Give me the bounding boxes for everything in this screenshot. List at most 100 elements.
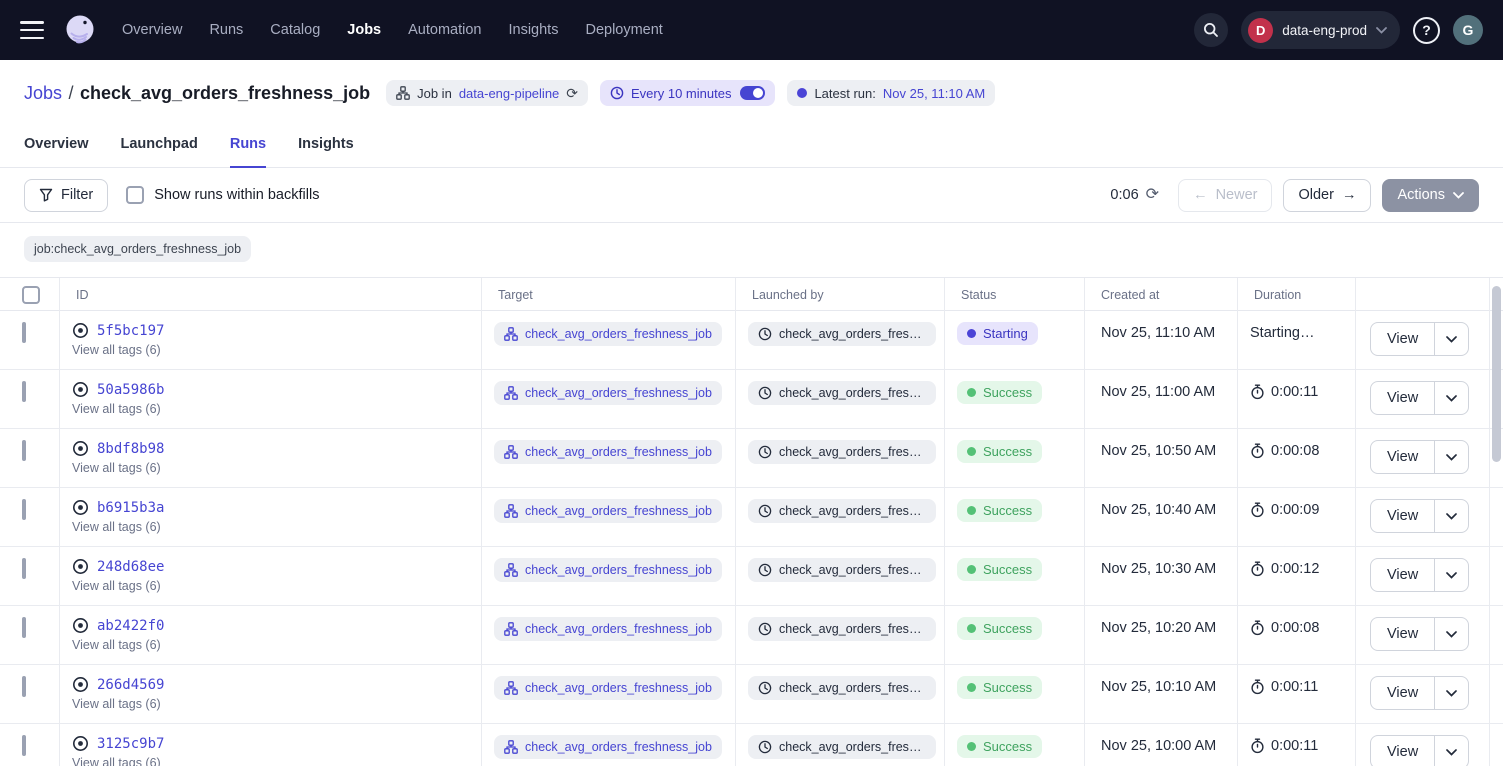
nav-item-runs[interactable]: Runs [209, 22, 243, 38]
backfills-checkbox[interactable] [126, 186, 144, 204]
job-graph-icon [504, 681, 518, 695]
scrollbar-thumb[interactable] [1492, 286, 1501, 462]
run-id-link[interactable]: b6915b3a [97, 500, 164, 516]
help-button[interactable]: ? [1413, 17, 1440, 44]
target-pill[interactable]: check_avg_orders_freshness_job [494, 499, 722, 523]
launched-by-pill[interactable]: check_avg_orders_freshn… [748, 499, 936, 523]
view-all-tags-link[interactable]: View all tags (6) [72, 638, 161, 652]
view-button-group: View [1370, 499, 1469, 533]
sync-icon[interactable]: ⟳ [566, 86, 578, 100]
pipeline-link[interactable]: data-eng-pipeline [459, 86, 559, 101]
view-button[interactable]: View [1371, 323, 1435, 355]
view-dropdown-button[interactable] [1435, 441, 1468, 473]
target-pill[interactable]: check_avg_orders_freshness_job [494, 676, 722, 700]
launched-by-pill[interactable]: check_avg_orders_freshn… [748, 381, 936, 405]
run-id-link[interactable]: 3125c9b7 [97, 736, 164, 752]
row-checkbox[interactable] [22, 676, 26, 697]
view-dropdown-button[interactable] [1435, 736, 1468, 766]
launched-by-pill[interactable]: check_avg_orders_freshn… [748, 617, 936, 641]
view-dropdown-button[interactable] [1435, 382, 1468, 414]
actions-button[interactable]: Actions [1382, 179, 1479, 212]
view-all-tags-link[interactable]: View all tags (6) [72, 579, 161, 593]
view-dropdown-button[interactable] [1435, 500, 1468, 532]
view-all-tags-link[interactable]: View all tags (6) [72, 402, 161, 416]
user-avatar[interactable]: G [1453, 15, 1483, 45]
breadcrumb-jobs-link[interactable]: Jobs [24, 83, 62, 103]
view-dropdown-button[interactable] [1435, 323, 1468, 355]
row-checkbox[interactable] [22, 381, 26, 402]
row-checkbox[interactable] [22, 617, 26, 638]
nav-item-jobs[interactable]: Jobs [347, 22, 381, 38]
nav-item-insights[interactable]: Insights [508, 22, 558, 38]
view-dropdown-button[interactable] [1435, 677, 1468, 709]
view-dropdown-button[interactable] [1435, 618, 1468, 650]
workspace-switcher[interactable]: D data-eng-prod [1241, 11, 1400, 49]
launched-by-pill[interactable]: check_avg_orders_freshn… [748, 322, 936, 346]
view-all-tags-link[interactable]: View all tags (6) [72, 756, 161, 766]
target-pill[interactable]: check_avg_orders_freshness_job [494, 440, 722, 464]
view-button[interactable]: View [1371, 382, 1435, 414]
view-button[interactable]: View [1371, 677, 1435, 709]
nav-item-catalog[interactable]: Catalog [270, 22, 320, 38]
view-button[interactable]: View [1371, 441, 1435, 473]
schedule-clock-icon [758, 740, 772, 754]
target-pill[interactable]: check_avg_orders_freshness_job [494, 322, 722, 346]
launched-by-pill[interactable]: check_avg_orders_freshn… [748, 676, 936, 700]
launched-by-pill[interactable]: check_avg_orders_freshn… [748, 735, 936, 759]
column-header-duration: Duration [1238, 278, 1356, 311]
tab-insights[interactable]: Insights [298, 120, 354, 168]
view-all-tags-link[interactable]: View all tags (6) [72, 343, 161, 357]
filter-button[interactable]: Filter [24, 179, 108, 212]
target-pill[interactable]: check_avg_orders_freshness_job [494, 617, 722, 641]
view-dropdown-button[interactable] [1435, 559, 1468, 591]
row-checkbox[interactable] [22, 322, 26, 343]
run-id-link[interactable]: 248d68ee [97, 559, 164, 575]
target-pill[interactable]: check_avg_orders_freshness_job [494, 381, 722, 405]
nav-item-overview[interactable]: Overview [122, 22, 182, 38]
run-id-link[interactable]: 266d4569 [97, 677, 164, 693]
hamburger-menu-icon[interactable] [20, 21, 44, 39]
job-graph-icon [504, 327, 518, 341]
search-button[interactable] [1194, 13, 1228, 47]
view-all-tags-link[interactable]: View all tags (6) [72, 520, 161, 534]
target-pill[interactable]: check_avg_orders_freshness_job [494, 735, 722, 759]
stopwatch-icon [1250, 384, 1265, 400]
older-button[interactable]: Older → [1283, 179, 1371, 212]
status-badge: Success [957, 381, 1042, 404]
run-id-link[interactable]: ab2422f0 [97, 618, 164, 634]
nav-right-cluster: D data-eng-prod ? G [1194, 11, 1483, 49]
launched-by-pill[interactable]: check_avg_orders_freshn… [748, 558, 936, 582]
column-header-id: ID [60, 278, 482, 311]
job-filter-tag[interactable]: job:check_avg_orders_freshness_job [24, 236, 251, 262]
view-button[interactable]: View [1371, 736, 1435, 766]
run-id-link[interactable]: 5f5bc197 [97, 323, 164, 339]
tab-runs[interactable]: Runs [230, 120, 266, 168]
schedule-clock-icon [758, 445, 772, 459]
newer-button[interactable]: ← Newer [1178, 179, 1272, 212]
schedule-toggle[interactable] [740, 86, 765, 100]
launched-by-pill[interactable]: check_avg_orders_freshn… [748, 440, 936, 464]
latest-run-link[interactable]: Nov 25, 11:10 AM [883, 86, 985, 101]
target-pill[interactable]: check_avg_orders_freshness_job [494, 558, 722, 582]
view-button[interactable]: View [1371, 559, 1435, 591]
row-checkbox[interactable] [22, 558, 26, 579]
nav-item-deployment[interactable]: Deployment [585, 22, 662, 38]
refresh-icon[interactable]: ⟳ [1146, 187, 1159, 203]
primary-nav: Overview Runs Catalog Jobs Automation In… [122, 22, 663, 38]
run-id-link[interactable]: 8bdf8b98 [97, 441, 164, 457]
tab-launchpad[interactable]: Launchpad [121, 120, 198, 168]
created-at-cell: Nov 25, 10:00 AM [1085, 724, 1238, 766]
view-all-tags-link[interactable]: View all tags (6) [72, 461, 161, 475]
tab-overview[interactable]: Overview [24, 120, 89, 168]
row-checkbox[interactable] [22, 735, 26, 756]
view-button[interactable]: View [1371, 618, 1435, 650]
select-all-checkbox[interactable] [22, 286, 40, 304]
dagster-logo-icon[interactable] [62, 12, 98, 48]
nav-item-automation[interactable]: Automation [408, 22, 481, 38]
row-checkbox[interactable] [22, 499, 26, 520]
run-id-link[interactable]: 50a5986b [97, 382, 164, 398]
view-button[interactable]: View [1371, 500, 1435, 532]
row-checkbox[interactable] [22, 440, 26, 461]
view-all-tags-link[interactable]: View all tags (6) [72, 697, 161, 711]
duration-cell: 0:00:11 [1238, 370, 1356, 428]
